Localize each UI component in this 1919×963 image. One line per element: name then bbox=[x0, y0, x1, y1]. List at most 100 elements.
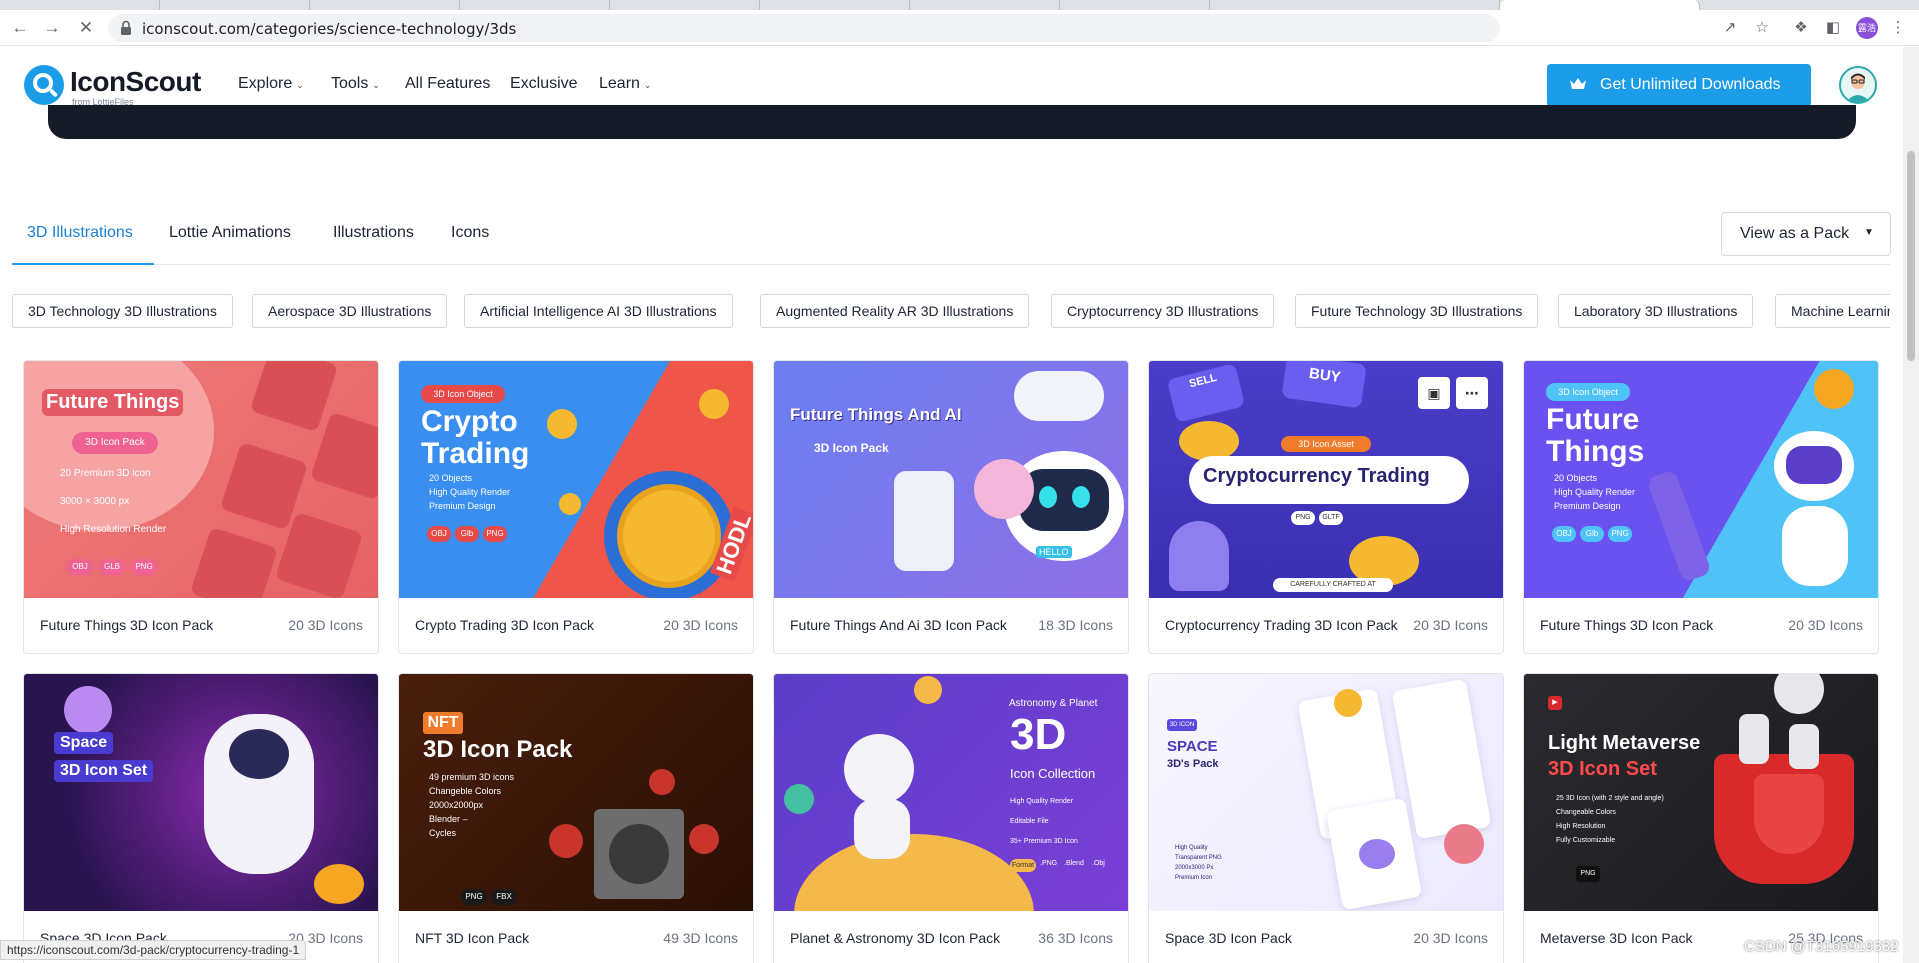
nav-all-features[interactable]: All Features bbox=[405, 75, 490, 93]
add-to-collection-icon[interactable]: ▣ bbox=[1418, 377, 1450, 409]
pack-card[interactable]: Future Things 3D Icon Pack 20 Premium 3D… bbox=[23, 360, 379, 654]
pack-card[interactable]: 3D Icon Object Future Things 20 Objects … bbox=[1523, 360, 1879, 654]
magnifier-logo-icon bbox=[24, 65, 64, 105]
browser-tab[interactable] bbox=[610, 0, 760, 10]
pack-card[interactable]: Space 3D Icon Set Space 3D Icon Pack 20 … bbox=[23, 673, 379, 963]
browser-tab[interactable] bbox=[1060, 0, 1210, 10]
pack-thumbnail: NFT 3D Icon Pack 49 premium 3D icons Cha… bbox=[399, 674, 753, 911]
thumb-line: High Quality Render bbox=[1554, 487, 1636, 497]
chevron-down-icon: ⌄ bbox=[643, 80, 652, 90]
thumb-format: FBX bbox=[491, 889, 517, 905]
chip-laboratory[interactable]: Laboratory 3D Illustrations bbox=[1558, 294, 1754, 328]
nav-explore[interactable]: Explore ⌄ bbox=[238, 75, 304, 93]
chevron-down-icon: ⌄ bbox=[296, 80, 304, 90]
share-icon[interactable]: ↗ bbox=[1720, 18, 1740, 38]
thumb-line: 35+ Premium 3D Icon bbox=[1010, 838, 1078, 845]
nav-learn[interactable]: Learn ⌄ bbox=[599, 75, 651, 93]
pack-name: Future Things 3D Icon Pack bbox=[1540, 617, 1714, 633]
pack-thumbnail: 3D Icon Object Future Things 20 Objects … bbox=[1524, 361, 1878, 598]
browser-tab[interactable] bbox=[160, 0, 310, 10]
promo-banner-edge bbox=[48, 105, 1856, 139]
browser-tab[interactable] bbox=[0, 0, 160, 10]
browser-tab-active[interactable] bbox=[1500, 0, 1700, 10]
address-bar[interactable]: iconscout.com/categories/science-technol… bbox=[108, 14, 1500, 42]
menu-kebab-icon[interactable]: ⋮ bbox=[1888, 18, 1908, 38]
tab-lottie-animations[interactable]: Lottie Animations bbox=[169, 224, 291, 242]
watermark-text: CSDN @T3165919332 bbox=[1744, 938, 1899, 955]
pack-card[interactable]: ▶ Light Metaverse 3D Icon Set 25 3D Icon… bbox=[1523, 673, 1879, 963]
thumb-line: 25 3D Icon (with 2 style and angle) bbox=[1556, 795, 1664, 802]
view-as-pack-label: View as a Pack bbox=[1740, 225, 1850, 242]
close-icon[interactable]: ✕ bbox=[76, 18, 96, 38]
back-arrow-icon[interactable]: ← bbox=[10, 18, 30, 38]
chip-aerospace[interactable]: Aerospace 3D Illustrations bbox=[252, 294, 448, 328]
thumb-line: High Resolution Render bbox=[60, 524, 167, 535]
thumb-line: 2000x2000px bbox=[429, 800, 484, 810]
browser-tab[interactable] bbox=[760, 0, 910, 10]
pack-card[interactable]: Future Things And AI 3D Icon Pack HELLO … bbox=[773, 360, 1129, 654]
thumb-title: Future Things bbox=[42, 389, 184, 416]
browser-tab[interactable] bbox=[460, 0, 610, 10]
thumb-line: 2000x3000 Px bbox=[1175, 865, 1214, 871]
browser-tab[interactable] bbox=[310, 0, 460, 10]
user-avatar[interactable] bbox=[1839, 66, 1877, 104]
tab-illustrations[interactable]: Illustrations bbox=[333, 224, 414, 242]
pack-name: Metaverse 3D Icon Pack bbox=[1540, 930, 1693, 946]
more-options-icon[interactable]: ⋯ bbox=[1456, 377, 1488, 409]
thumb-title: 3D Icon Set bbox=[1548, 758, 1657, 780]
category-chips: 3D Technology 3D Illustrations Aerospace… bbox=[12, 294, 1890, 328]
pack-name: Cryptocurrency Trading 3D Icon Pack bbox=[1165, 617, 1398, 633]
nav-exclusive[interactable]: Exclusive bbox=[510, 75, 578, 93]
chip-artificial-intelligence[interactable]: Artificial Intelligence AI 3D Illustrati… bbox=[464, 294, 733, 328]
page-scrollbar[interactable] bbox=[1903, 47, 1919, 963]
scrollbar-thumb[interactable] bbox=[1907, 151, 1915, 361]
user-avatar-icon bbox=[1846, 73, 1870, 102]
thumb-title: 3D Icon Set bbox=[54, 760, 154, 782]
thumb-tag: 3D ICON bbox=[1167, 719, 1197, 731]
puzzle-extension-icon[interactable]: ❖ bbox=[1791, 18, 1811, 38]
thumb-line: High Quality Render bbox=[1010, 798, 1074, 805]
thumb-badge: 3D Icon Asset bbox=[1281, 436, 1371, 452]
view-as-pack-dropdown[interactable]: View as a Pack ▼ bbox=[1721, 212, 1891, 256]
thumb-sub: Icon Collection bbox=[1010, 766, 1096, 781]
pack-card[interactable]: 3D ICON SPACE 3D's Pack High Quality Tra… bbox=[1148, 673, 1504, 963]
chip-future-technology[interactable]: Future Technology 3D Illustrations bbox=[1295, 294, 1539, 328]
forward-arrow-icon[interactable]: → bbox=[42, 18, 62, 38]
thumb-line: Transparent PNG bbox=[1175, 855, 1222, 861]
browser-toolbar: ← → ✕ iconscout.com/categories/science-t… bbox=[0, 10, 1919, 46]
browser-tab[interactable] bbox=[1210, 0, 1500, 10]
thumb-line: Changeble Colors bbox=[429, 786, 502, 796]
pack-card[interactable]: NFT 3D Icon Pack 49 premium 3D icons Cha… bbox=[398, 673, 754, 963]
chip-machine-learning[interactable]: Machine Learning bbox=[1775, 294, 1890, 328]
play-logo-icon: ▶ bbox=[1548, 696, 1562, 710]
chip-augmented-reality[interactable]: Augmented Reality AR 3D Illustrations bbox=[760, 294, 1030, 328]
thumb-title: Crypto bbox=[421, 405, 518, 438]
browser-profile-avatar[interactable]: 露浩 bbox=[1856, 17, 1878, 39]
thumb-line: 49 premium 3D icons bbox=[429, 772, 515, 782]
pack-card[interactable]: Astronomy & Planet 3D Icon Collection Hi… bbox=[773, 673, 1129, 963]
thumb-line: Editable File bbox=[1010, 818, 1049, 825]
nav-tools[interactable]: Tools ⌄ bbox=[331, 75, 380, 93]
pack-card[interactable]: SELL BUY 3D Icon Asset Cryptocurrency Tr… bbox=[1148, 360, 1504, 654]
thumb-line: 20 Premium 3D icon bbox=[60, 468, 151, 479]
thumb-line: 20 Objects bbox=[429, 473, 473, 483]
browser-tab[interactable] bbox=[910, 0, 1060, 10]
side-panel-icon[interactable]: ◧ bbox=[1823, 18, 1843, 38]
thumb-line: Premium Icon bbox=[1175, 875, 1213, 881]
thumb-format: Format bbox=[1010, 859, 1036, 872]
tab-icons[interactable]: Icons bbox=[451, 224, 489, 242]
pack-count: 20 3D Icons bbox=[288, 617, 363, 633]
chip-3d-technology[interactable]: 3D Technology 3D Illustrations bbox=[12, 294, 233, 328]
star-icon[interactable]: ☆ bbox=[1752, 18, 1772, 38]
pack-thumbnail: Space 3D Icon Set bbox=[24, 674, 378, 911]
get-unlimited-downloads-button[interactable]: Get Unlimited Downloads bbox=[1547, 64, 1811, 107]
chip-cryptocurrency[interactable]: Cryptocurrency 3D Illustrations bbox=[1051, 294, 1275, 328]
chevron-down-icon: ▼ bbox=[1864, 227, 1874, 238]
thumb-format: PNG bbox=[1576, 866, 1600, 882]
pack-card[interactable]: 3D Icon Object Crypto Trading 20 Objects… bbox=[398, 360, 754, 654]
lock-icon bbox=[121, 20, 131, 35]
thumb-line: 20 Objects bbox=[1554, 473, 1598, 483]
pack-name: Space 3D Icon Pack bbox=[1165, 930, 1292, 946]
tab-3d-illustrations[interactable]: 3D Illustrations bbox=[27, 224, 133, 242]
pack-thumbnail: Future Things And AI 3D Icon Pack HELLO bbox=[774, 361, 1128, 598]
